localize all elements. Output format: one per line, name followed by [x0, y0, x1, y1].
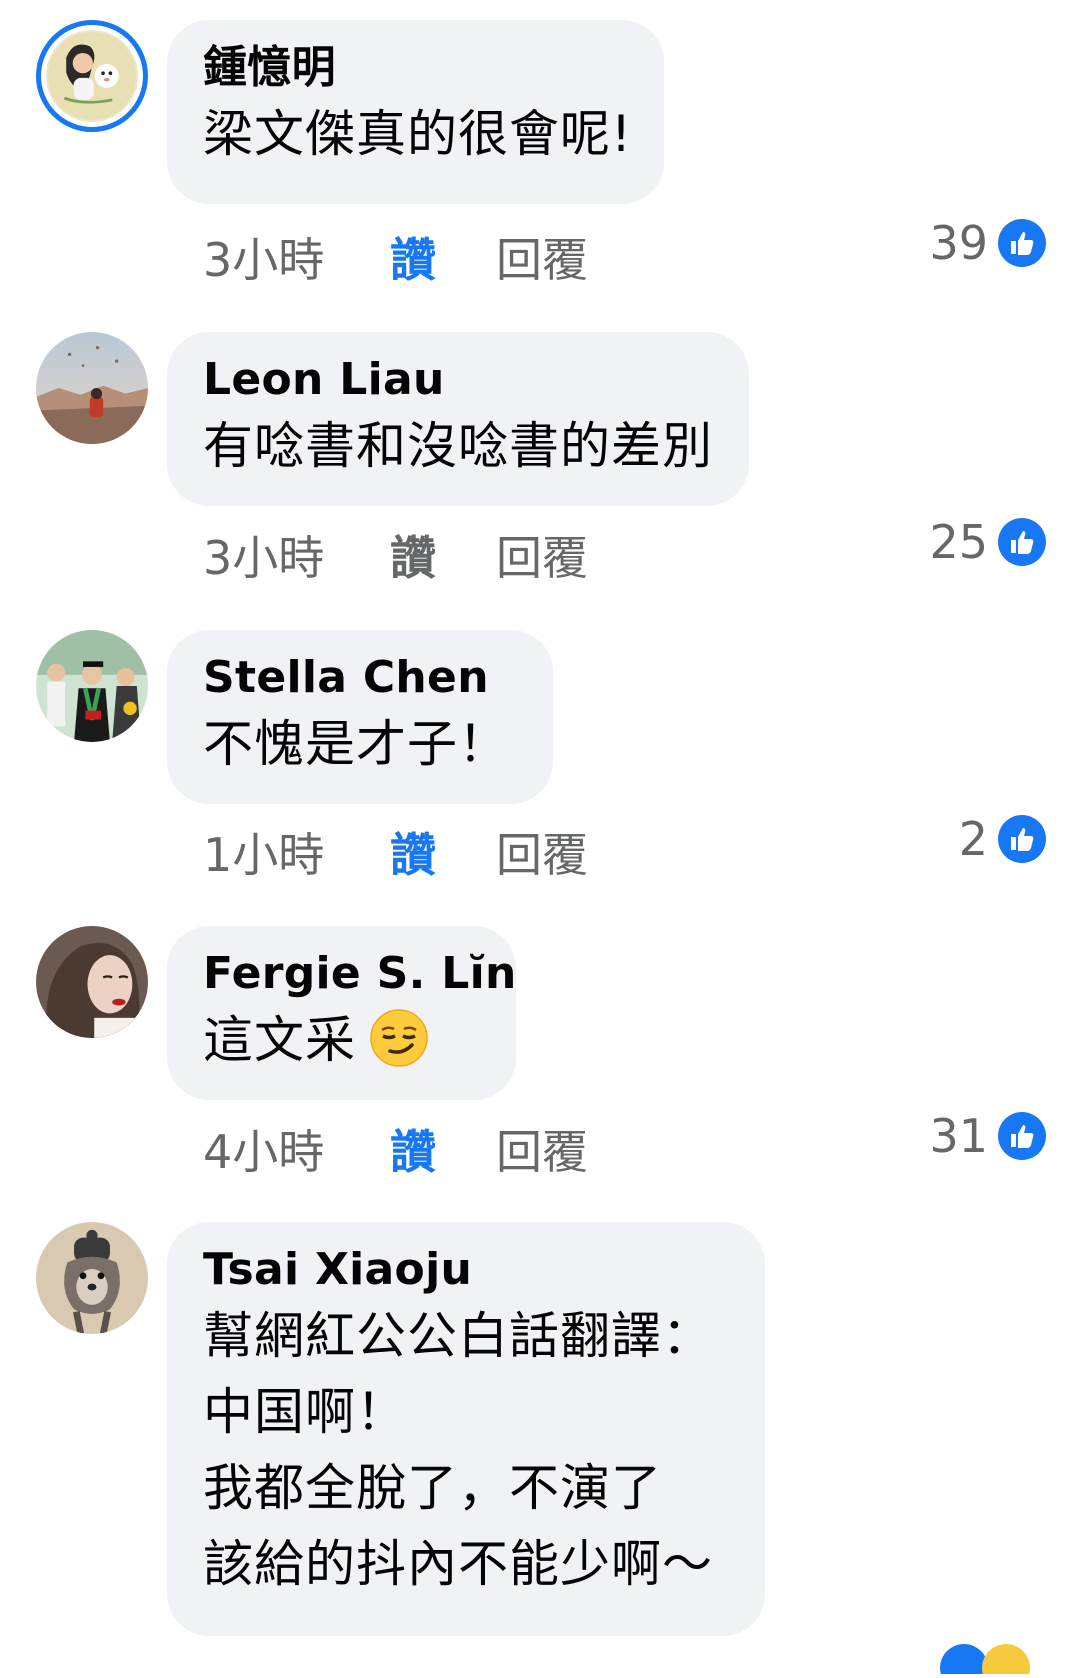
comment-text: 不愧是才子！	[203, 715, 509, 773]
reaction-summary[interactable]: 25	[929, 514, 1046, 570]
like-button[interactable]: 讚	[390, 1120, 436, 1184]
like-icon	[998, 518, 1046, 566]
comment-author[interactable]: 鍾憶明	[203, 40, 628, 96]
reaction-count: 25	[929, 515, 988, 569]
reaction-summary[interactable]: 31	[929, 1108, 1046, 1164]
like-button[interactable]: 讚	[390, 526, 436, 590]
like-icon	[998, 815, 1046, 863]
reaction-summary[interactable]: 39	[929, 215, 1046, 271]
avatar-birthday-image	[46, 30, 138, 122]
reaction-summary[interactable]: 2	[959, 811, 1046, 867]
comment-author[interactable]: Stella Chen	[203, 650, 517, 706]
comment-timestamp[interactable]: 3小時	[203, 526, 324, 590]
reaction-count: 39	[929, 216, 988, 270]
avatar-dog-image	[36, 1222, 148, 1334]
avatar[interactable]	[36, 1222, 148, 1334]
like-icon	[998, 1112, 1046, 1160]
comment-text: 梁文傑真的很會呢!	[203, 105, 633, 163]
comment-timestamp[interactable]: 3小時	[203, 228, 324, 292]
avatar[interactable]	[36, 630, 148, 742]
reaction-count: 31	[929, 1109, 988, 1163]
comment-text: 這文采	[203, 1002, 480, 1078]
comment-text: 有唸書和沒唸書的差別	[203, 417, 713, 475]
reaction-summary-partial[interactable]	[936, 1644, 1046, 1678]
reaction-count: 2	[958, 812, 988, 866]
comment-timestamp[interactable]: 4小時	[203, 1120, 324, 1184]
smirking-face-emoji	[370, 1009, 428, 1067]
comment-author[interactable]: Leon Liau	[203, 352, 713, 408]
avatar[interactable]	[36, 20, 148, 132]
reply-button[interactable]: 回覆	[496, 228, 588, 292]
reply-button[interactable]: 回覆	[496, 1120, 588, 1184]
comment-bubble: Leon Liau 有唸書和沒唸書的差別	[167, 332, 749, 506]
avatar-graduation-image	[36, 630, 148, 742]
like-button[interactable]: 讚	[390, 228, 436, 292]
reply-button[interactable]: 回覆	[496, 823, 588, 887]
comment-text-line: 中国啊！	[203, 1383, 407, 1441]
comment-bubble: Fergie S. Lĭn 這文采	[167, 926, 516, 1100]
avatar[interactable]	[36, 332, 148, 444]
comment-text-content: 這文采	[203, 1011, 356, 1069]
reply-button[interactable]: 回覆	[496, 526, 588, 590]
reaction-icons-cropped	[940, 1644, 1030, 1678]
comment-text-line: 我都全脫了，不演了	[203, 1459, 662, 1517]
comment-bubble: 鍾憶明 梁文傑真的很會呢!	[167, 20, 664, 204]
comment-timestamp[interactable]: 1小時	[203, 823, 324, 887]
comment-bubble: Stella Chen 不愧是才子！	[167, 630, 553, 804]
comment-author[interactable]: Tsai Xiaoju	[203, 1242, 729, 1298]
avatar-portrait-image	[36, 926, 148, 1038]
avatar[interactable]	[36, 926, 148, 1038]
avatar-landscape-image	[36, 332, 148, 444]
like-button[interactable]: 讚	[390, 823, 436, 887]
comment-author[interactable]: Fergie S. Lĭn	[203, 946, 516, 1002]
comment-bubble: Tsai Xiaoju 幫網紅公公白話翻譯： 中国啊！ 我都全脫了，不演了 該給…	[167, 1222, 765, 1636]
comment-text-line: 該給的抖內不能少啊～	[203, 1535, 713, 1593]
comment-text-line: 幫網紅公公白話翻譯：	[203, 1307, 713, 1365]
like-icon	[998, 219, 1046, 267]
